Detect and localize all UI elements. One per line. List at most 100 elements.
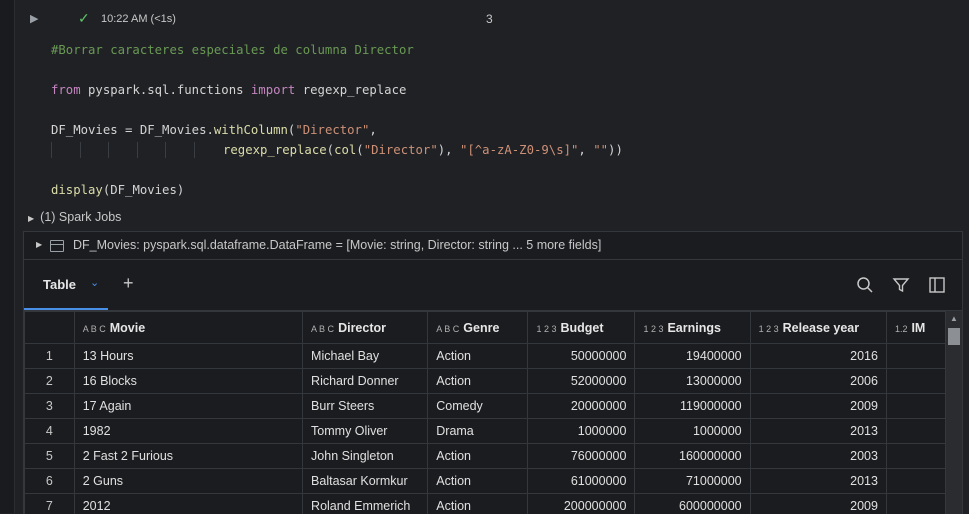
spark-jobs-toggle[interactable]: ▶ (1) Spark Jobs xyxy=(28,210,121,224)
cell-year[interactable]: 2006 xyxy=(750,369,886,394)
column-header-budget[interactable]: 1 2 3Budget xyxy=(528,312,635,344)
cell-year[interactable]: 2003 xyxy=(750,444,886,469)
column-header-release-year[interactable]: 1 2 3Release year xyxy=(750,312,886,344)
cell-im[interactable] xyxy=(886,344,945,369)
cell-year[interactable]: 2013 xyxy=(750,419,886,444)
cell-director[interactable]: Roland Emmerich xyxy=(303,494,428,514)
cell-earnings[interactable]: 600000000 xyxy=(635,494,750,514)
schema-text: DF_Movies: pyspark.sql.dataframe.DataFra… xyxy=(73,238,601,252)
cell-movie[interactable]: 13 Hours xyxy=(74,344,302,369)
table-header-row: A B CMovie A B CDirector A B CGenre 1 2 … xyxy=(25,312,946,344)
cell-director[interactable]: Michael Bay xyxy=(303,344,428,369)
integer-type-icon: 1 2 3 xyxy=(643,324,663,334)
code-line-4 xyxy=(51,100,623,120)
output-panel: ▶ DF_Movies: pyspark.sql.dataframe.DataF… xyxy=(23,231,963,514)
cell-genre[interactable]: Action xyxy=(428,494,528,514)
cell-earnings[interactable]: 71000000 xyxy=(635,469,750,494)
cell-earnings[interactable]: 19400000 xyxy=(635,344,750,369)
cell-movie[interactable]: 2 Guns xyxy=(74,469,302,494)
cell-idx[interactable]: 6 xyxy=(25,469,75,494)
cell-idx[interactable]: 7 xyxy=(25,494,75,514)
cell-idx[interactable]: 1 xyxy=(25,344,75,369)
cell-im[interactable] xyxy=(886,444,945,469)
code-line-5: DF_Movies = DF_Movies.withColumn("Direct… xyxy=(51,120,623,140)
decimal-type-icon: 1.2 xyxy=(895,324,908,334)
code-line-1: #Borrar caracteres especiales de columna… xyxy=(51,40,623,60)
code-line-2 xyxy=(51,60,623,80)
column-header-genre[interactable]: A B CGenre xyxy=(428,312,528,344)
cell-director[interactable]: Burr Steers xyxy=(303,394,428,419)
cell-budget[interactable]: 200000000 xyxy=(528,494,635,514)
column-header-im[interactable]: 1.2IM xyxy=(886,312,945,344)
cell-director[interactable]: Baltasar Kormkur xyxy=(303,469,428,494)
column-header-movie[interactable]: A B CMovie xyxy=(74,312,302,344)
column-header-director[interactable]: A B CDirector xyxy=(303,312,428,344)
cell-budget[interactable]: 20000000 xyxy=(528,394,635,419)
cell-im[interactable] xyxy=(886,394,945,419)
cell-year[interactable]: 2013 xyxy=(750,469,886,494)
column-header-earnings[interactable]: 1 2 3Earnings xyxy=(635,312,750,344)
cell-budget[interactable]: 1000000 xyxy=(528,419,635,444)
code-line-3: from pyspark.sql.functions import regexp… xyxy=(51,80,623,100)
cell-director[interactable]: John Singleton xyxy=(303,444,428,469)
cell-movie[interactable]: 16 Blocks xyxy=(74,369,302,394)
cell-movie[interactable]: 2012 xyxy=(74,494,302,514)
cell-year[interactable]: 2016 xyxy=(750,344,886,369)
table-icon xyxy=(50,240,64,252)
add-tab-icon[interactable]: + xyxy=(123,273,134,294)
cell-earnings[interactable]: 1000000 xyxy=(635,419,750,444)
cell-director[interactable]: Tommy Oliver xyxy=(303,419,428,444)
left-gutter xyxy=(0,0,15,513)
dataframe-schema-row[interactable]: ▶ DF_Movies: pyspark.sql.dataframe.DataF… xyxy=(24,232,962,260)
cell-budget[interactable]: 61000000 xyxy=(528,469,635,494)
cell-movie[interactable]: 17 Again xyxy=(74,394,302,419)
filter-icon[interactable] xyxy=(892,276,910,294)
cell-movie[interactable]: 2 Fast 2 Furious xyxy=(74,444,302,469)
cell-budget[interactable]: 50000000 xyxy=(528,344,635,369)
cell-genre[interactable]: Comedy xyxy=(428,394,528,419)
integer-type-icon: 1 2 3 xyxy=(536,324,556,334)
cell-idx[interactable]: 5 xyxy=(25,444,75,469)
table-row[interactable]: 113 HoursMichael BayAction50000000194000… xyxy=(25,344,946,369)
cell-im[interactable] xyxy=(886,469,945,494)
vertical-scrollbar[interactable]: ▲ xyxy=(946,311,962,514)
cell-genre[interactable]: Action xyxy=(428,469,528,494)
cell-genre[interactable]: Action xyxy=(428,369,528,394)
cell-genre[interactable]: Action xyxy=(428,444,528,469)
cell-im[interactable] xyxy=(886,494,945,514)
cell-idx[interactable]: 4 xyxy=(25,419,75,444)
cell-budget[interactable]: 76000000 xyxy=(528,444,635,469)
cell-genre[interactable]: Drama xyxy=(428,419,528,444)
results-table: A B CMovie A B CDirector A B CGenre 1 2 … xyxy=(24,311,946,514)
cell-earnings[interactable]: 13000000 xyxy=(635,369,750,394)
cell-year[interactable]: 2009 xyxy=(750,394,886,419)
cell-idx[interactable]: 3 xyxy=(25,394,75,419)
table-row[interactable]: 62 GunsBaltasar KormkurAction61000000710… xyxy=(25,469,946,494)
search-icon[interactable] xyxy=(856,276,874,294)
cell-genre[interactable]: Action xyxy=(428,344,528,369)
scrollbar-thumb[interactable] xyxy=(948,328,960,345)
run-cell-icon[interactable]: ▶ xyxy=(30,12,38,25)
tab-table[interactable]: Table ⌄ xyxy=(24,260,108,310)
table-row[interactable]: 52 Fast 2 FuriousJohn SingletonAction760… xyxy=(25,444,946,469)
cell-im[interactable] xyxy=(886,369,945,394)
cell-director[interactable]: Richard Donner xyxy=(303,369,428,394)
cell-year[interactable]: 2009 xyxy=(750,494,886,514)
code-line-7 xyxy=(51,160,623,180)
cell-idx[interactable]: 2 xyxy=(25,369,75,394)
cell-movie[interactable]: 1982 xyxy=(74,419,302,444)
cell-earnings[interactable]: 119000000 xyxy=(635,394,750,419)
cell-budget[interactable]: 52000000 xyxy=(528,369,635,394)
table-row[interactable]: 72012Roland EmmerichAction20000000060000… xyxy=(25,494,946,514)
expand-triangle-icon: ▶ xyxy=(28,214,34,223)
side-panel-icon[interactable] xyxy=(928,276,946,294)
table-row[interactable]: 216 BlocksRichard DonnerAction5200000013… xyxy=(25,369,946,394)
cell-earnings[interactable]: 160000000 xyxy=(635,444,750,469)
scroll-up-icon[interactable]: ▲ xyxy=(950,314,958,323)
spark-jobs-label: (1) Spark Jobs xyxy=(40,210,121,224)
cell-im[interactable] xyxy=(886,419,945,444)
chevron-down-icon[interactable]: ⌄ xyxy=(90,276,99,289)
table-row[interactable]: 317 AgainBurr SteersComedy20000000119000… xyxy=(25,394,946,419)
code-editor[interactable]: #Borrar caracteres especiales de columna… xyxy=(51,40,623,200)
table-row[interactable]: 41982Tommy OliverDrama100000010000002013 xyxy=(25,419,946,444)
